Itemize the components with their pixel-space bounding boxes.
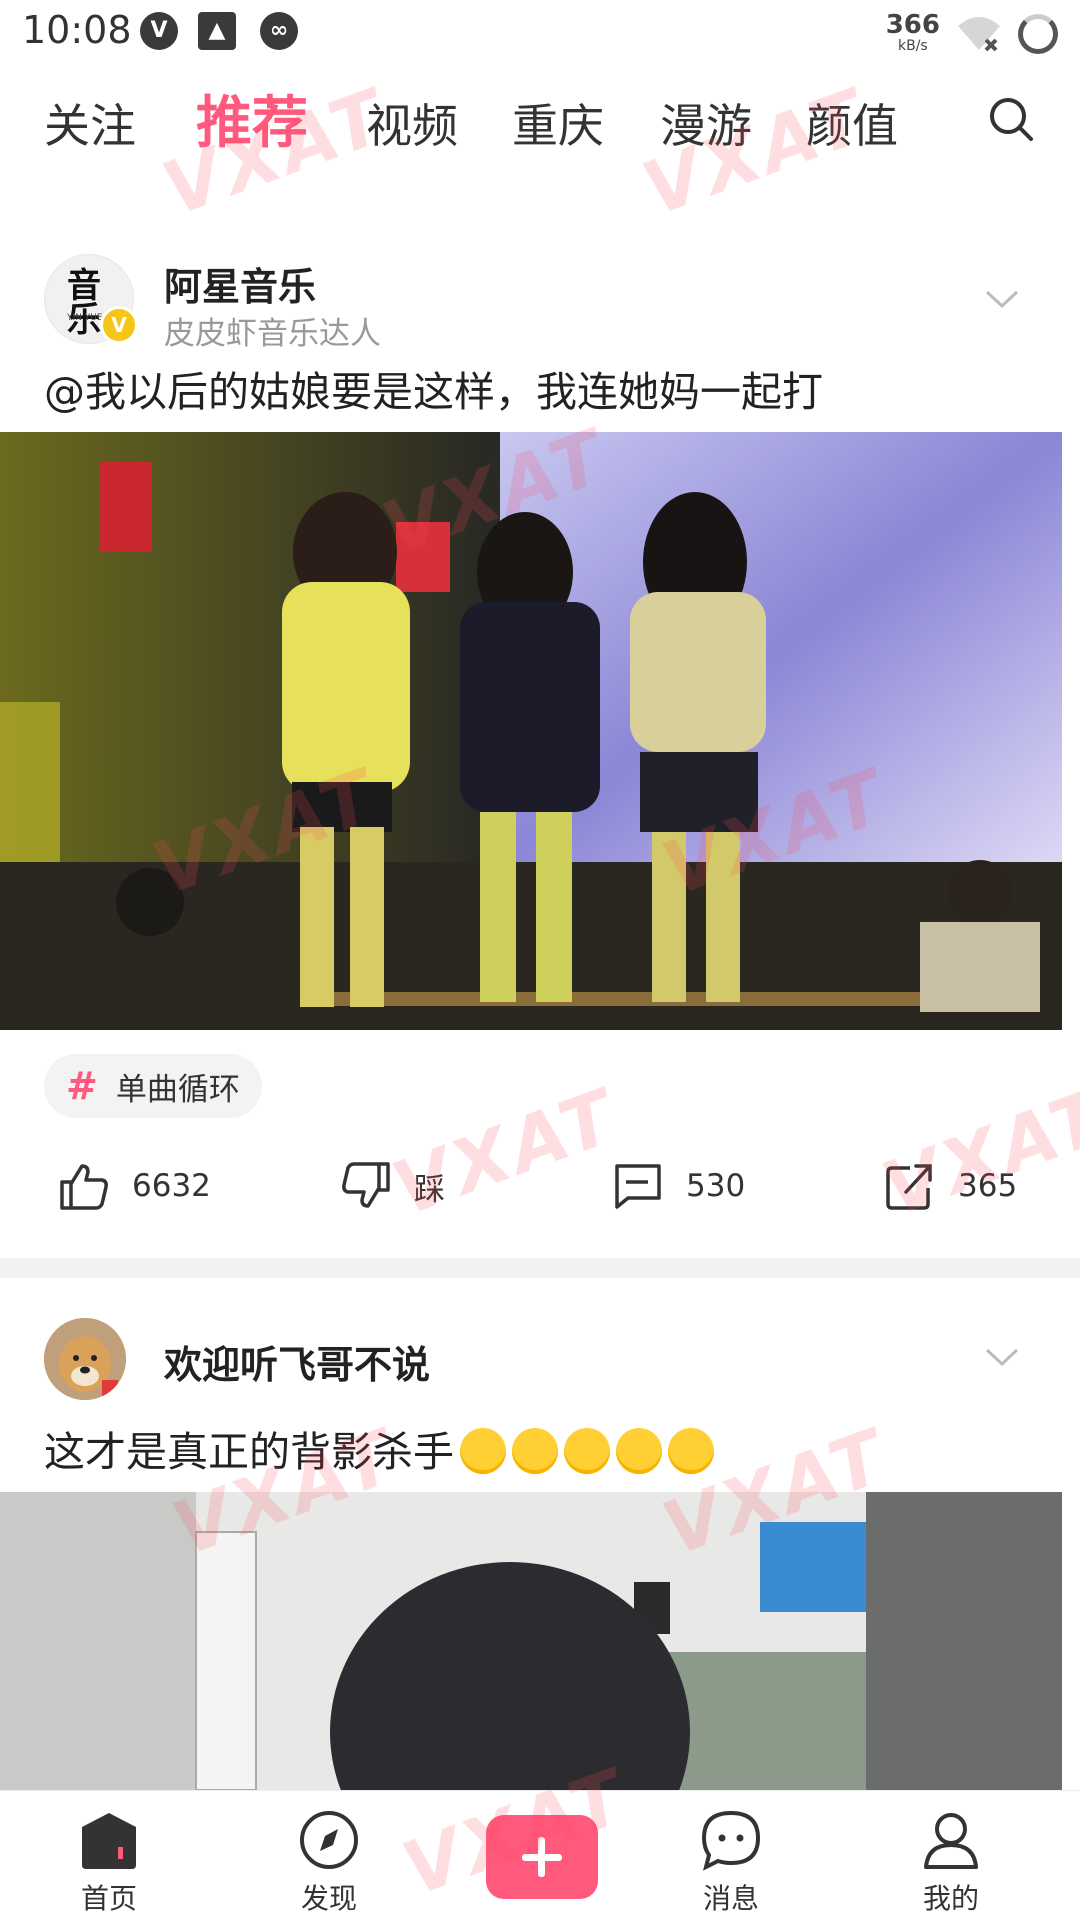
status-time: 10:08 (22, 8, 132, 52)
crying-emoji-icon (616, 1428, 662, 1474)
topic-tag[interactable]: # 单曲循环 (44, 1054, 262, 1118)
dislike-label: 踩 (414, 1171, 445, 1208)
post-actions: 6632 踩 530 365 (0, 1160, 1080, 1220)
video-thumbnail (0, 432, 1062, 1030)
feed-divider (0, 1258, 1080, 1278)
publish-button[interactable] (486, 1815, 598, 1899)
v-badge-icon: V (140, 12, 178, 50)
share-button[interactable]: 365 (884, 1160, 1017, 1212)
comment-icon (615, 1164, 661, 1209)
image-icon: ▲ (198, 12, 236, 50)
video-thumbnail (0, 1492, 1062, 1790)
crying-emoji-icon (512, 1428, 558, 1474)
topic-tag-label: 单曲循环 (115, 1071, 240, 1108)
hashtag-icon: # (66, 1064, 98, 1108)
user-icon (924, 1813, 978, 1869)
link-icon: ∞ (260, 12, 298, 50)
post-text: 这才是真正的背影杀手 (44, 1418, 714, 1478)
avatar[interactable] (44, 1318, 126, 1400)
author-name[interactable]: 阿星音乐 (164, 256, 316, 311)
tab-chongqing[interactable]: 重庆 (512, 90, 604, 156)
post-text-content: 这才是真正的背影杀手 (44, 1428, 454, 1476)
video-player[interactable] (0, 432, 1062, 1030)
verified-badge-icon: V (100, 306, 138, 344)
chat-bubble-icon (701, 1810, 761, 1871)
share-icon (886, 1164, 932, 1210)
thumbs-up-icon (60, 1164, 108, 1210)
like-button[interactable]: 6632 (58, 1160, 211, 1212)
author-subtitle: 皮皮虾音乐达人 (164, 316, 381, 352)
like-count: 6632 (132, 1168, 211, 1204)
nav-home[interactable]: 首页 (34, 1791, 184, 1917)
tab-video[interactable]: 视频 (366, 90, 458, 156)
tab-recommend[interactable]: 推荐 (196, 78, 308, 159)
nav-messages-label: 消息 (702, 1882, 759, 1915)
nav-mine[interactable]: 我的 (876, 1791, 1026, 1917)
comment-count: 530 (686, 1168, 746, 1204)
crying-emoji-icon (460, 1428, 506, 1474)
author-name[interactable]: 欢迎听飞哥不说 (164, 1334, 430, 1389)
tab-follow[interactable]: 关注 (44, 90, 136, 156)
nav-home-label: 首页 (80, 1882, 137, 1915)
compass-icon (300, 1811, 358, 1869)
loading-icon (1018, 14, 1058, 54)
crying-emoji-icon (564, 1428, 610, 1474)
chevron-down-icon[interactable] (984, 288, 1020, 310)
thumbs-down-icon (342, 1162, 390, 1208)
search-icon[interactable] (988, 96, 1034, 142)
nav-discover-label: 发现 (300, 1882, 357, 1915)
network-speed: 366 kB/s (886, 12, 940, 54)
top-tabs: 关注 推荐 视频 重庆 漫游 颜值 (0, 72, 1080, 172)
bottom-nav: 首页 发现 消息 我的 (0, 1790, 1080, 1921)
crying-emoji-icon (668, 1428, 714, 1474)
dislike-button[interactable]: 踩 (340, 1160, 445, 1212)
dog-avatar-icon (44, 1318, 126, 1400)
comment-button[interactable]: 530 (612, 1160, 745, 1212)
avatar-subtext: YIN YUE (67, 313, 103, 323)
network-speed-value: 366 (885, 10, 940, 40)
video-player[interactable] (0, 1492, 1062, 1790)
chevron-down-icon[interactable] (984, 1346, 1020, 1368)
tab-roam[interactable]: 漫游 (660, 90, 752, 156)
nav-mine-label: 我的 (922, 1882, 979, 1915)
tab-beauty[interactable]: 颜值 (806, 90, 898, 156)
share-count: 365 (958, 1168, 1018, 1204)
wifi-off-icon (958, 17, 1000, 52)
nav-discover[interactable]: 发现 (254, 1791, 404, 1917)
post-text: @我以后的姑娘要是这样，我连她妈一起打 (44, 368, 823, 416)
nav-messages[interactable]: 消息 (656, 1791, 806, 1917)
home-icon (82, 1813, 136, 1869)
network-speed-unit: kB/s (897, 38, 928, 54)
status-bar: 10:08 V ▲ ∞ 366 kB/s (0, 0, 1080, 68)
